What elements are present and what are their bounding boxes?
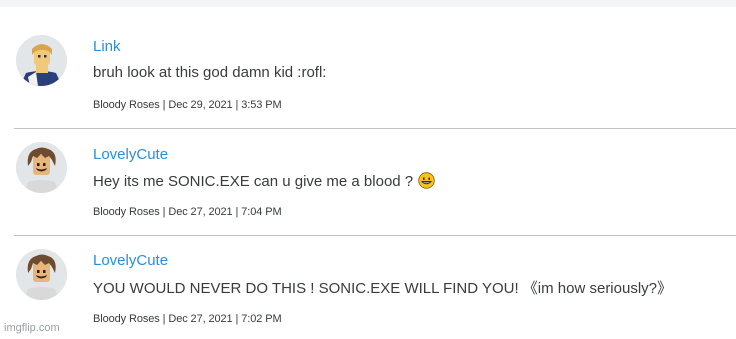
avatar[interactable] — [16, 35, 67, 86]
meta-separator: | — [232, 99, 242, 111]
post-author-link[interactable]: Link — [93, 38, 121, 55]
blond-avatar-icon — [16, 35, 67, 86]
brown-hair-avatar-icon — [16, 249, 67, 300]
post-meta: Bloody Roses | Dec 29, 2021 | 3:53 PM — [93, 99, 282, 111]
post-time: 7:04 PM — [241, 206, 282, 218]
post-message-text: Hey its me SONIC.EXE can u give me a blo… — [93, 173, 414, 190]
avatar[interactable] — [16, 142, 67, 193]
post-message: Hey its me SONIC.EXE can u give me a blo… — [93, 172, 436, 193]
post-author-link[interactable]: LovelyCute — [93, 252, 168, 269]
post-group-link[interactable]: Bloody Roses — [93, 99, 160, 111]
post-meta: Bloody Roses | Dec 27, 2021 | 7:04 PM — [93, 206, 282, 218]
post-message: YOU WOULD NEVER DO THIS ! SONIC.EXE WILL… — [93, 280, 673, 297]
top-bar — [0, 0, 736, 7]
post-time: 3:53 PM — [241, 99, 282, 111]
post-date: Dec 27, 2021 — [168, 313, 233, 325]
post-message: bruh look at this god damn kid :rofl: — [93, 64, 327, 81]
avatar[interactable] — [16, 249, 67, 300]
grinning-face-icon — [418, 172, 436, 193]
post-group-link[interactable]: Bloody Roses — [93, 313, 160, 325]
watermark: imgflip.com — [4, 322, 60, 334]
post-date: Dec 27, 2021 — [168, 206, 233, 218]
post-date: Dec 29, 2021 — [168, 99, 233, 111]
divider — [14, 128, 736, 129]
brown-hair-avatar-icon — [16, 142, 67, 193]
meta-separator: | — [232, 313, 242, 325]
post-meta: Bloody Roses | Dec 27, 2021 | 7:02 PM — [93, 313, 282, 325]
divider — [14, 235, 736, 236]
meta-separator: | — [232, 206, 242, 218]
post-time: 7:02 PM — [241, 313, 282, 325]
post-group-link[interactable]: Bloody Roses — [93, 206, 160, 218]
post-author-link[interactable]: LovelyCute — [93, 146, 168, 163]
